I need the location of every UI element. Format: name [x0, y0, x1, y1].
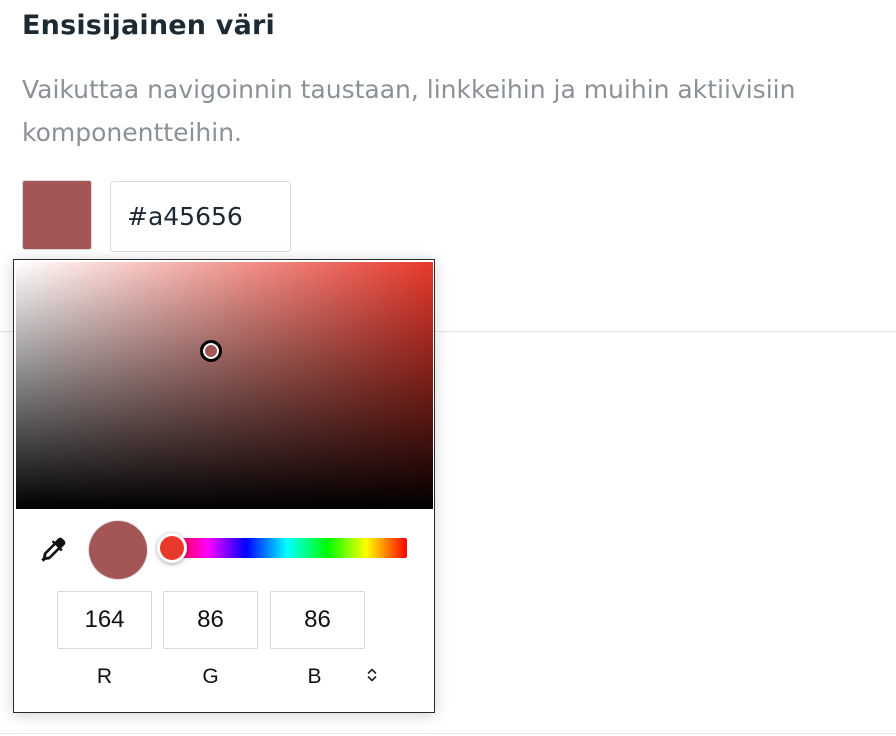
- hue-slider[interactable]: [157, 533, 407, 563]
- red-input[interactable]: [57, 591, 152, 649]
- eyedropper-button[interactable]: [36, 535, 70, 569]
- color-picker-popup: R G B: [13, 259, 435, 713]
- blue-label: B: [307, 665, 322, 688]
- saturation-area[interactable]: [16, 262, 433, 509]
- hue-handle[interactable]: [157, 533, 187, 563]
- section-divider-bottom: [0, 733, 896, 734]
- green-label: G: [202, 665, 219, 688]
- color-swatch[interactable]: [22, 180, 92, 250]
- blue-input[interactable]: [270, 591, 365, 649]
- hex-color-input[interactable]: [110, 181, 291, 252]
- saturation-handle[interactable]: [200, 340, 222, 362]
- chevron-up-down-icon: [366, 666, 378, 688]
- eyedropper-icon: [38, 535, 68, 569]
- color-preview: [89, 521, 147, 579]
- red-label: R: [96, 665, 113, 688]
- settings-page: Ensisijainen väri Vaikuttaa navigoinnin …: [0, 0, 896, 736]
- section-description: Vaikuttaa navigoinnin taustaan, linkkeih…: [22, 75, 796, 147]
- section-title: Ensisijainen väri: [22, 10, 275, 41]
- green-input[interactable]: [163, 591, 258, 649]
- color-mode-toggle[interactable]: [361, 664, 383, 690]
